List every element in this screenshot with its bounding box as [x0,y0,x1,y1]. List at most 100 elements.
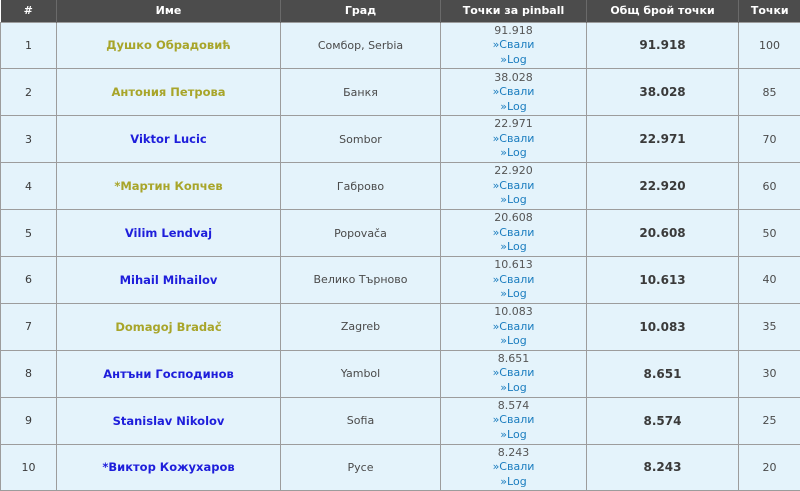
log-link[interactable]: »Log [441,193,586,208]
pinball-score: 8.243 [497,445,530,459]
header-rank[interactable]: # [0,0,57,22]
rank-cell: 1 [0,21,57,70]
rank-cell: 5 [0,209,57,257]
download-link[interactable]: »Свали [441,85,586,100]
download-link[interactable]: »Свали [441,320,586,335]
pinball-score-cell: 8.243 »Свали »Log [440,443,587,491]
header-total-score[interactable]: Общ брой точки [586,0,739,22]
table-row: 4 *Мартин Копчев Габрово 22.920 »Свали »Log 22… [0,162,800,211]
player-name-link[interactable]: Viktor Lucic [56,115,281,164]
table-row: 8 Антъни Господинов Yambol 8.651 »Свали »Log 8… [0,349,800,398]
points-cell: 60 [738,162,800,211]
rank-cell: 6 [0,255,57,304]
points-cell: 20 [738,443,800,491]
pinball-score: 10.613 [494,258,533,272]
pinball-score: 38.028 [494,70,533,84]
log-link[interactable]: »Log [441,334,586,349]
pinball-score-cell: 22.920 »Свали »Log [440,162,587,211]
download-link[interactable]: »Свали [441,179,586,194]
header-name[interactable]: Име [56,0,281,22]
table-row: 3 Viktor Lucic Sombor 22.971 »Свали »Log 22.97… [0,115,800,164]
download-link[interactable]: »Свали [441,38,586,53]
points-cell: 25 [738,396,800,445]
points-cell: 100 [738,21,800,70]
pinball-score: 20.608 [494,211,533,225]
total-score-cell: 10.083 [586,302,739,351]
pinball-score-cell: 10.613 »Свали »Log [440,255,587,304]
city-cell: Русе [280,443,441,491]
header-city[interactable]: Град [280,0,441,22]
player-name-link[interactable]: Mihail Mihailov [56,255,281,304]
table-row: 6 Mihail Mihailov Велико Търново 10.613 »Сва… [0,255,800,304]
table-row: 9 Stanislav Nikolov Sofia 8.574 »Свали »Log 8.… [0,396,800,445]
pinball-score-cell: 22.971 »Свали »Log [440,115,587,164]
pinball-score: 10.083 [494,305,533,319]
player-name-link[interactable]: Stanislav Nikolov [56,396,281,445]
download-link[interactable]: »Свали [441,226,586,241]
pinball-score-cell: 20.608 »Свали »Log [440,209,587,257]
log-link[interactable]: »Log [441,287,586,302]
points-cell: 30 [738,349,800,398]
player-name-link[interactable]: Душко Обрадовић [56,21,281,70]
download-link[interactable]: »Свали [441,366,586,381]
table-row: 10 *Виктор Кожухаров Русе 8.243 »Свали »Log 8.… [0,443,800,491]
city-cell: Габрово [280,162,441,211]
download-link[interactable]: »Свали [441,413,586,428]
points-cell: 50 [738,209,800,257]
city-cell: Sombor [280,115,441,164]
log-link[interactable]: »Log [441,240,586,255]
header-pinball-score[interactable]: Точки за pinball [440,0,587,22]
log-link[interactable]: »Log [441,381,586,396]
player-name-link[interactable]: Антъни Господинов [56,349,281,398]
player-name-link[interactable]: Domagoj Bradač [56,302,281,351]
header-points[interactable]: Точки [739,0,800,22]
city-cell: Банкя [280,68,441,117]
rank-cell: 9 [0,396,57,445]
pinball-score-cell: 91.918 »Свали »Log [440,21,587,70]
pinball-score: 8.574 [497,398,530,412]
player-name-link[interactable]: *Виктор Кожухаров [56,443,281,491]
rank-cell: 3 [0,115,57,164]
rank-cell: 4 [0,162,57,211]
points-cell: 40 [738,255,800,304]
total-score-cell: 8.651 [586,349,739,398]
player-name-link[interactable]: Антония Петрова [56,68,281,117]
points-cell: 35 [738,302,800,351]
download-link[interactable]: »Свали [441,460,586,475]
rank-cell: 2 [0,68,57,117]
rank-cell: 10 [0,443,57,491]
city-cell: Zagreb [280,302,441,351]
table-row: 2 Антония Петрова Банкя 38.028 »Свали »Log 38.… [0,68,800,117]
download-link[interactable]: »Свали [441,132,586,147]
download-link[interactable]: »Свали [441,273,586,288]
rank-cell: 8 [0,349,57,398]
player-name-link[interactable]: Vilim Lendvaj [56,209,281,257]
log-link[interactable]: »Log [441,100,586,115]
table-body: 1 Душко Обрадовић Сомбор, Serbia 91.918 »Сва… [0,21,800,491]
total-score-cell: 22.971 [586,115,739,164]
city-cell: Popovača [280,209,441,257]
total-score-cell: 91.918 [586,21,739,70]
city-cell: Yambol [280,349,441,398]
pinball-score: 8.651 [497,351,530,365]
pinball-score-cell: 10.083 »Свали »Log [440,302,587,351]
city-cell: Сомбор, Serbia [280,21,441,70]
city-cell: Велико Търново [280,255,441,304]
table-row: 1 Душко Обрадовић Сомбор, Serbia 91.918 »Сва… [0,21,800,70]
total-score-cell: 8.243 [586,443,739,491]
total-score-cell: 20.608 [586,209,739,257]
log-link[interactable]: »Log [441,146,586,161]
total-score-cell: 8.574 [586,396,739,445]
total-score-cell: 22.920 [586,162,739,211]
total-score-cell: 10.613 [586,255,739,304]
pinball-score-cell: 38.028 »Свали »Log [440,68,587,117]
log-link[interactable]: »Log [441,53,586,68]
log-link[interactable]: »Log [441,475,586,490]
player-name-link[interactable]: *Мартин Копчев [56,162,281,211]
table-row: 5 Vilim Lendvaj Popovača 20.608 »Свали »Log 20… [0,209,800,257]
city-cell: Sofia [280,396,441,445]
rank-cell: 7 [0,302,57,351]
table-header-row: # Име Град Точки за pinball Общ брой точ… [0,0,800,22]
log-link[interactable]: »Log [441,428,586,443]
ranking-table: # Име Град Точки за pinball Общ брой точ… [0,0,800,491]
